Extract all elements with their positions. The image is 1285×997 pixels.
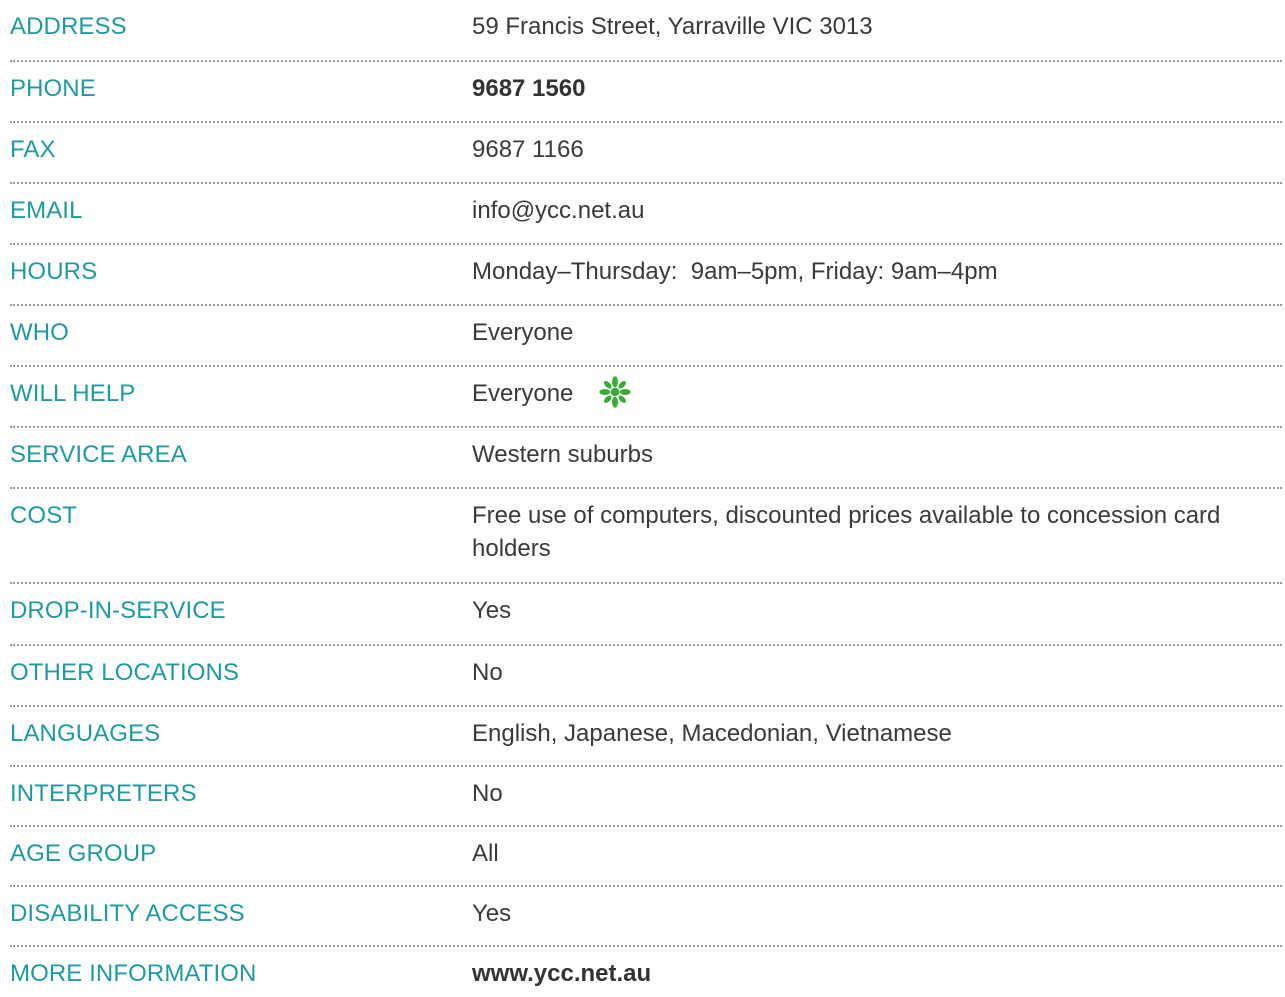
row-label: DISABILITY ACCESS [10, 900, 245, 927]
info-row-interpreters: INTERPRETERS No [10, 767, 1282, 827]
row-label: FAX [10, 136, 56, 163]
info-row-cost: COST Free use of computers, discounted p… [10, 489, 1282, 584]
info-row-drop-in-service: DROP-IN-SERVICE Yes [10, 584, 1282, 646]
row-label: PHONE [10, 75, 96, 102]
row-value: Yes [472, 597, 512, 624]
row-label: LANGUAGES [10, 720, 161, 747]
row-label: MORE INFORMATION [10, 960, 257, 987]
info-row-more-information: MORE INFORMATION www.ycc.net.au [10, 947, 1282, 997]
service-info-table: ADDRESS 59 Francis Street, Yarraville VI… [10, 0, 1282, 997]
row-value: Everyone [472, 319, 574, 346]
row-value: All [472, 840, 499, 867]
website-link[interactable]: www.ycc.net.au [472, 957, 1282, 990]
row-value: English, Japanese, Macedonian, Vietnames… [472, 720, 952, 747]
row-value: Western suburbs [472, 441, 653, 468]
row-label: INTERPRETERS [10, 780, 197, 807]
info-row-address: ADDRESS 59 Francis Street, Yarraville VI… [10, 0, 1282, 62]
phone-number[interactable]: 9687 1560 [472, 72, 1282, 105]
row-value: No [472, 780, 503, 807]
info-row-languages: LANGUAGES English, Japanese, Macedonian,… [10, 707, 1282, 767]
fax-number: 9687 1166 [472, 136, 584, 163]
row-value: No [472, 659, 503, 686]
info-row-other-locations: OTHER LOCATIONS No [10, 646, 1282, 707]
row-label: DROP-IN-SERVICE [10, 597, 226, 624]
row-label: COST [10, 502, 78, 529]
info-row-who: WHO Everyone [10, 306, 1282, 367]
row-label: ADDRESS [10, 13, 127, 40]
info-row-hours: HOURS Monday–Thursday: 9am–5pm, Friday: … [10, 245, 1282, 306]
info-row-disability-access: DISABILITY ACCESS Yes [10, 887, 1282, 947]
row-value: Yes [472, 900, 512, 927]
row-label: WILL HELP [10, 380, 136, 407]
row-label: SERVICE AREA [10, 441, 187, 468]
green-star-icon [599, 375, 631, 408]
row-value: 59 Francis Street, Yarraville VIC 3013 [472, 13, 873, 40]
row-label: WHO [10, 319, 69, 346]
row-value: Everyone [472, 380, 574, 407]
info-row-will-help: WILL HELP Everyone [10, 367, 1282, 428]
row-label: AGE GROUP [10, 840, 157, 867]
row-value: Monday–Thursday: 9am–5pm, Friday: 9am–4p… [472, 258, 998, 285]
info-row-age-group: AGE GROUP All [10, 827, 1282, 887]
info-row-fax: FAX 9687 1166 [10, 123, 1282, 184]
row-label: OTHER LOCATIONS [10, 659, 240, 686]
info-row-service-area: SERVICE AREA Western suburbs [10, 428, 1282, 489]
row-value: Free use of computers, discounted prices… [472, 502, 1221, 562]
row-label: EMAIL [10, 197, 83, 224]
info-row-email: EMAIL info@ycc.net.au [10, 184, 1282, 245]
row-value-container: Everyone [472, 375, 1282, 410]
info-row-phone: PHONE 9687 1560 [10, 62, 1282, 123]
row-label: HOURS [10, 258, 98, 285]
email-link[interactable]: info@ycc.net.au [472, 194, 1282, 227]
